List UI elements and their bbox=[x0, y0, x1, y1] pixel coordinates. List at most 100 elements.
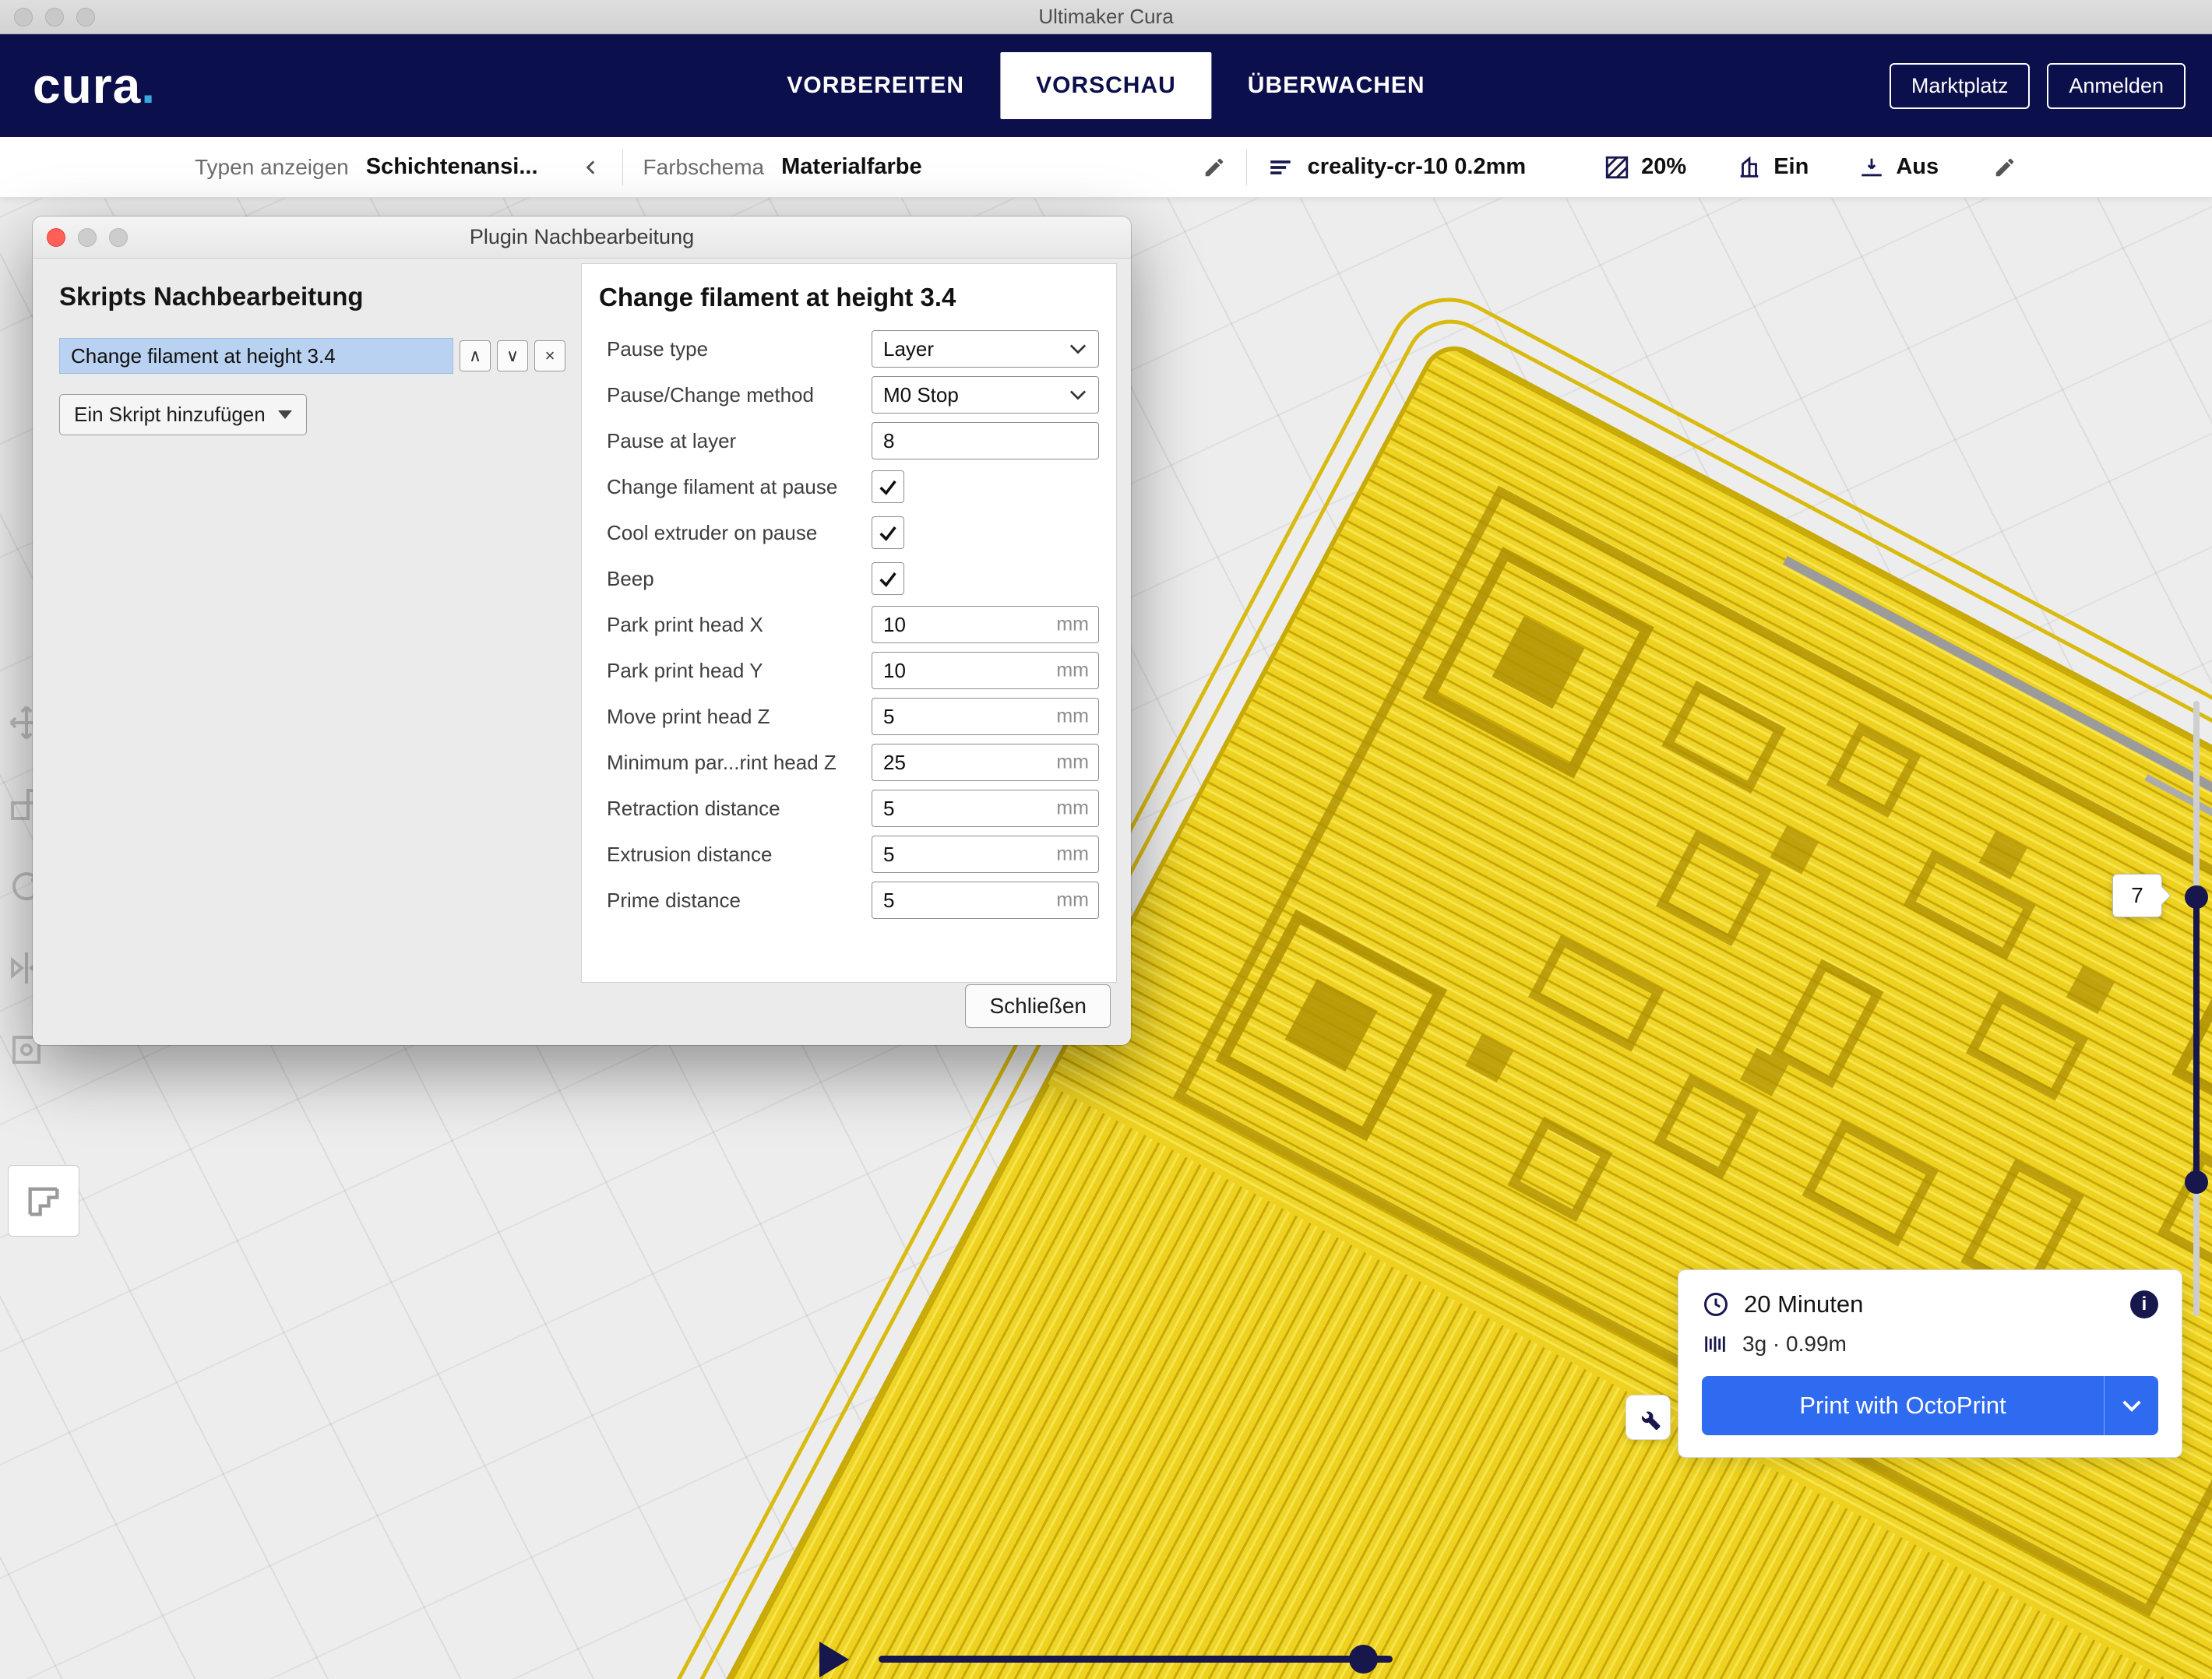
tab-vorbereiten[interactable]: VORBEREITEN bbox=[751, 52, 1000, 119]
info-icon[interactable]: i bbox=[2130, 1290, 2158, 1318]
layer-slider-bottom-handle[interactable] bbox=[2185, 1170, 2208, 1194]
scripts-pane: Skripts Nachbearbeitung Change filament … bbox=[59, 282, 565, 435]
selected-script-item[interactable]: Change filament at height 3.4 bbox=[59, 338, 453, 374]
add-script-label: Ein Skript hinzufügen bbox=[74, 403, 266, 427]
post-processing-dialog: Plugin Nachbearbeitung Skripts Nachbearb… bbox=[33, 216, 1131, 1045]
play-button[interactable] bbox=[819, 1642, 849, 1677]
macos-titlebar: Ultimaker Cura bbox=[0, 0, 2212, 34]
print-settings-tool-button[interactable] bbox=[1626, 1395, 1671, 1440]
script-settings-card: Change filament at height 3.4 Pause type… bbox=[581, 263, 1117, 983]
field-row: Extrusion distance mm bbox=[599, 835, 1099, 874]
view-type-label: Typen anzeigen bbox=[195, 155, 349, 180]
field-row: Beep bbox=[599, 559, 1099, 598]
field-row: Park print head X mm bbox=[599, 605, 1099, 644]
beep-checkbox[interactable] bbox=[872, 562, 904, 595]
field-row: Prime distance mm bbox=[599, 881, 1099, 920]
close-window-icon[interactable] bbox=[14, 8, 33, 26]
cool-extruder-checkbox[interactable] bbox=[872, 516, 904, 549]
add-script-button[interactable]: Ein Skript hinzufügen bbox=[59, 394, 307, 435]
layer-indicator-tooltip: 7 bbox=[2112, 874, 2162, 917]
field-row: Pause/Change method M0 Stop bbox=[599, 375, 1099, 414]
tab-ueberwachen[interactable]: ÜBERWACHEN bbox=[1212, 52, 1461, 119]
field-label: Move print head Z bbox=[599, 705, 872, 729]
marketplace-button[interactable]: Marktplatz bbox=[1890, 63, 2031, 109]
field-row: Park print head Y mm bbox=[599, 651, 1099, 690]
chevron-down-icon bbox=[1069, 343, 1087, 355]
field-label: Retraction distance bbox=[599, 797, 872, 821]
field-input[interactable] bbox=[872, 423, 1098, 459]
view-type-value[interactable]: Schichtenansi... bbox=[366, 154, 538, 180]
checkmark-icon bbox=[877, 476, 899, 498]
remove-script-button[interactable]: × bbox=[534, 340, 565, 371]
macos-window-controls[interactable] bbox=[14, 8, 95, 26]
field-label: Minimum par...rint head Z bbox=[599, 751, 872, 775]
field-label: Pause at layer bbox=[599, 429, 872, 453]
infill-icon bbox=[1604, 154, 1630, 181]
move-print-head-z-field[interactable]: mm bbox=[872, 698, 1099, 735]
timeline-handle[interactable] bbox=[1349, 1645, 1378, 1674]
divider bbox=[1246, 150, 1247, 185]
field-label: Park print head Y bbox=[599, 659, 872, 683]
retraction-distance-field[interactable]: mm bbox=[872, 790, 1099, 827]
dialog-title: Plugin Nachbearbeitung bbox=[470, 225, 694, 249]
color-scheme-value[interactable]: Materialfarbe bbox=[781, 154, 922, 180]
checkmark-icon bbox=[877, 568, 899, 590]
park-print-head-x-field[interactable]: mm bbox=[872, 606, 1099, 643]
unit-label: mm bbox=[1056, 797, 1089, 820]
minimum-print-head-z-field[interactable]: mm bbox=[872, 744, 1099, 781]
window-title: Ultimaker Cura bbox=[1038, 5, 1173, 29]
dialog-window-controls[interactable] bbox=[47, 228, 128, 247]
view-toolbar: Typen anzeigen Schichtenansi... Farbsche… bbox=[0, 137, 2212, 198]
zoom-window-icon[interactable] bbox=[76, 8, 95, 26]
print-summary-panel: 20 Minuten i 3g · 0.99m Print with OctoP… bbox=[1678, 1269, 2182, 1458]
collapse-chevron-icon[interactable] bbox=[582, 157, 602, 178]
move-script-up-button[interactable]: ∧ bbox=[460, 340, 491, 371]
caret-down-icon bbox=[278, 410, 292, 419]
print-time: 20 Minuten bbox=[1744, 1290, 1863, 1318]
field-row: Minimum par...rint head Z mm bbox=[599, 743, 1099, 782]
dialog-minimize-icon[interactable] bbox=[78, 228, 97, 247]
minimize-window-icon[interactable] bbox=[45, 8, 64, 26]
park-print-head-y-field[interactable]: mm bbox=[872, 652, 1099, 689]
field-label: Pause/Change method bbox=[599, 383, 872, 407]
layer-slider-top-handle[interactable] bbox=[2185, 885, 2208, 909]
print-with-octoprint-button[interactable]: Print with OctoPrint bbox=[1702, 1376, 2158, 1435]
chevron-down-icon bbox=[2122, 1399, 2142, 1413]
field-label: Extrusion distance bbox=[599, 843, 872, 867]
move-script-down-button[interactable]: ∨ bbox=[497, 340, 528, 371]
print-profile-icon bbox=[1267, 154, 1294, 181]
checkmark-icon bbox=[877, 522, 899, 544]
material-icon bbox=[1702, 1331, 1728, 1357]
dialog-close-icon[interactable] bbox=[47, 228, 65, 247]
signin-button[interactable]: Anmelden bbox=[2047, 63, 2186, 109]
layers-steps-icon bbox=[23, 1181, 64, 1221]
pause-at-layer-field[interactable] bbox=[872, 422, 1099, 459]
prime-distance-field[interactable]: mm bbox=[872, 882, 1099, 919]
tab-vorschau[interactable]: VORSCHAU bbox=[1000, 52, 1212, 119]
pause-type-select[interactable]: Layer bbox=[872, 330, 1099, 368]
support-value: Ein bbox=[1773, 154, 1809, 180]
printer-profile-value[interactable]: creality-cr-10 0.2mm bbox=[1308, 154, 1527, 180]
change-filament-checkbox[interactable] bbox=[872, 470, 904, 503]
unit-label: mm bbox=[1056, 660, 1089, 682]
select-value: Layer bbox=[883, 337, 934, 361]
timeline-track[interactable] bbox=[879, 1656, 1393, 1663]
close-dialog-button[interactable]: Schließen bbox=[965, 984, 1111, 1028]
field-row: Move print head Z mm bbox=[599, 697, 1099, 736]
field-row: Change filament at pause bbox=[599, 467, 1099, 506]
field-row: Pause type Layer bbox=[599, 329, 1099, 368]
object-list-panel[interactable] bbox=[8, 1165, 79, 1237]
adhesion-icon bbox=[1858, 154, 1885, 181]
field-row: Pause at layer bbox=[599, 421, 1099, 460]
layer-slider-range[interactable] bbox=[2193, 897, 2200, 1182]
dialog-titlebar[interactable]: Plugin Nachbearbeitung bbox=[33, 216, 1131, 259]
field-label: Cool extruder on pause bbox=[599, 521, 872, 545]
material-usage: 3g · 0.99m bbox=[1742, 1332, 1847, 1357]
app-header: cura. VORBEREITEN VORSCHAU ÜBERWACHEN Ma… bbox=[0, 34, 2212, 137]
pause-method-select[interactable]: M0 Stop bbox=[872, 376, 1099, 414]
edit-view-icon[interactable] bbox=[1203, 156, 1226, 179]
extrusion-distance-field[interactable]: mm bbox=[872, 836, 1099, 873]
edit-print-settings-icon[interactable] bbox=[1993, 156, 2017, 179]
print-options-chevron[interactable] bbox=[2104, 1376, 2158, 1435]
dialog-zoom-icon[interactable] bbox=[109, 228, 128, 247]
